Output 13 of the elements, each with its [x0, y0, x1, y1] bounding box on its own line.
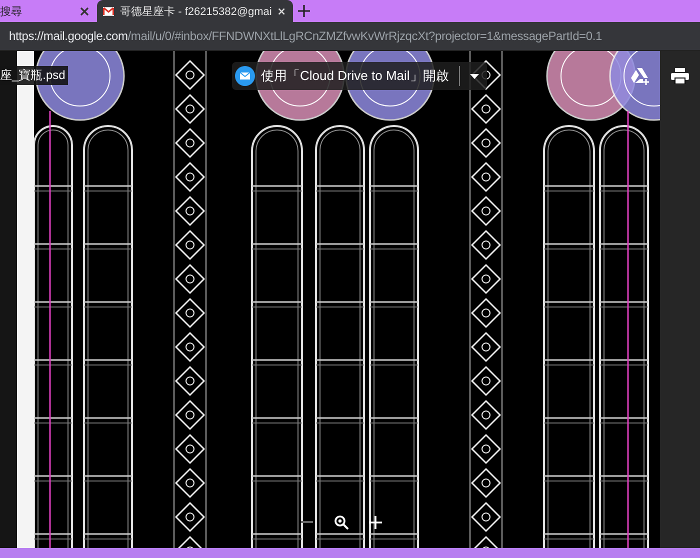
minus-icon — [301, 521, 313, 523]
print-icon[interactable] — [669, 65, 691, 87]
drive-add-icon[interactable] — [630, 65, 652, 87]
browser-tab[interactable]: 哥德星座卡 - f26215382@gmai — [97, 0, 293, 22]
envelope-icon — [235, 66, 255, 86]
browser-tab[interactable]: 搜尋 — [0, 0, 97, 22]
caret-icon — [470, 74, 479, 78]
plus-icon — [298, 5, 310, 17]
file-name: 座_寶瓶.psd — [0, 66, 68, 85]
close-icon[interactable] — [80, 6, 89, 16]
plus-icon — [368, 516, 382, 528]
open-with-button[interactable]: 使用「Cloud Drive to Mail」開啟 — [232, 62, 487, 90]
mail-icon — [103, 6, 114, 16]
